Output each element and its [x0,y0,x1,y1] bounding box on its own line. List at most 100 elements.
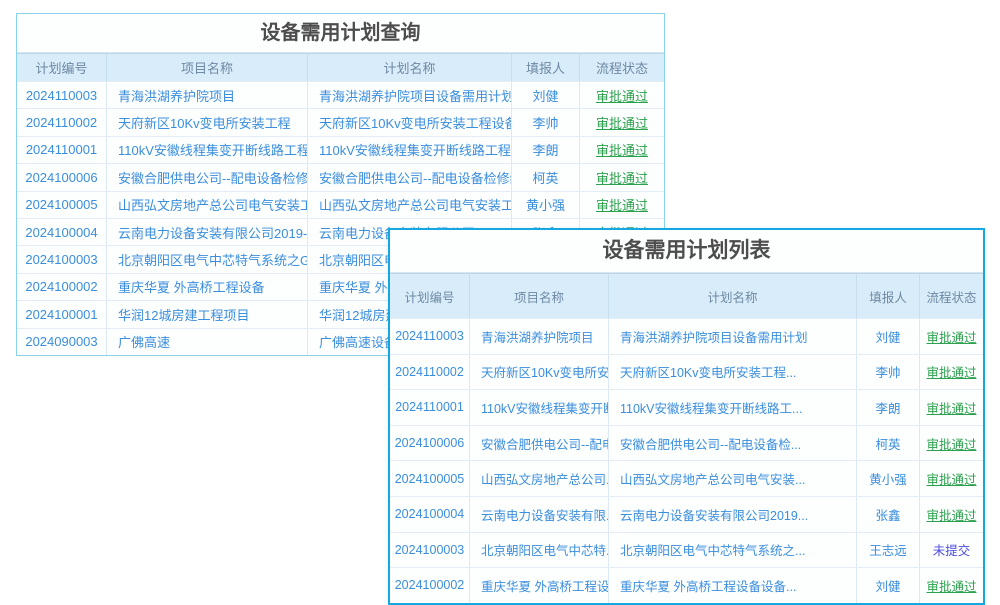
panel-title: 设备需用计划查询 [17,14,664,53]
plan-name-cell: 山西弘文房地产总公司电气安装... [608,461,856,496]
reporter-cell: 李朗 [511,137,579,163]
status-cell[interactable]: 审批通过 [919,461,983,496]
column-header-4: 填报人 [511,54,579,81]
plan-id-cell[interactable]: 2024100002 [17,274,106,300]
column-header-1: 计划编号 [390,274,469,318]
reporter-cell: 刘健 [511,82,579,108]
status-cell[interactable]: 审批通过 [919,390,983,425]
plan-id-cell[interactable]: 2024100006 [390,426,469,461]
plan-id-cell[interactable]: 2024090003 [17,329,106,355]
table-row[interactable]: 2024110003青海洪湖养护院项目青海洪湖养护院项目设备需用计划刘健审批通过 [390,318,983,354]
table-row[interactable]: 2024110002天府新区10Kv变电所安装工程天府新区10Kv变电所安装工程… [17,108,664,135]
table-header: 计划编号项目名称计划名称填报人流程状态 [390,273,983,318]
status-cell[interactable]: 审批通过 [919,426,983,461]
reporter-cell: 李帅 [511,109,579,135]
plan-id-cell[interactable]: 2024110003 [17,82,106,108]
project-name-cell: 华润12城房建工程项目 [106,301,307,327]
column-header-4: 填报人 [856,274,919,318]
status-cell[interactable]: 审批通过 [579,192,664,218]
project-name-cell: 110kV安徽线程集变开断线路工程 [106,137,307,163]
plan-id-cell[interactable]: 2024100002 [390,568,469,603]
reporter-cell: 李朗 [856,390,919,425]
project-name-cell: 110kV安徽线程集变开断... [469,390,608,425]
project-name-cell: 云南电力设备安装有限... [469,497,608,532]
column-header-2: 项目名称 [469,274,608,318]
table-row[interactable]: 2024100005山西弘文房地产总公司...山西弘文房地产总公司电气安装...… [390,460,983,496]
project-name-cell: 青海洪湖养护院项目 [469,319,608,354]
status-cell[interactable]: 审批通过 [579,164,664,190]
plan-id-cell[interactable]: 2024110002 [17,109,106,135]
table-row[interactable]: 2024100004云南电力设备安装有限...云南电力设备安装有限公司2019.… [390,496,983,532]
plan-id-cell[interactable]: 2024110003 [390,319,469,354]
plan-id-cell[interactable]: 2024100004 [17,219,106,245]
reporter-cell: 张鑫 [856,497,919,532]
reporter-cell: 柯英 [511,164,579,190]
project-name-cell: 天府新区10Kv变电所安... [469,355,608,390]
reporter-cell: 黄小强 [856,461,919,496]
plan-id-cell[interactable]: 2024100001 [17,301,106,327]
list-panel: 设备需用计划列表 计划编号项目名称计划名称填报人流程状态 2024110003青… [388,228,985,605]
project-name-cell: 北京朝阳区电气中芯特气系统之GM [106,246,307,272]
project-name-cell: 安徽合肥供电公司--配电... [469,426,608,461]
reporter-cell: 刘健 [856,568,919,603]
plan-id-cell[interactable]: 2024100004 [390,497,469,532]
plan-id-cell[interactable]: 2024100005 [390,461,469,496]
table-row[interactable]: 2024110002天府新区10Kv变电所安...天府新区10Kv变电所安装工程… [390,354,983,390]
status-cell[interactable]: 审批通过 [919,355,983,390]
plan-name-cell: 安徽合肥供电公司--配电设备检... [608,426,856,461]
plan-id-cell[interactable]: 2024110001 [390,390,469,425]
column-header-2: 项目名称 [106,54,307,81]
column-header-5: 流程状态 [579,54,664,81]
plan-name-cell: 110kV安徽线程集变开断线路工... [608,390,856,425]
panel-title: 设备需用计划列表 [390,230,983,273]
project-name-cell: 广佛高速 [106,329,307,355]
project-name-cell: 青海洪湖养护院项目 [106,82,307,108]
table-row[interactable]: 2024110001110kV安徽线程集变开断线路工程110kV安徽线程集变开断… [17,136,664,163]
table-row[interactable]: 2024100005山西弘文房地产总公司电气安装工程山西弘文房地产总公司电气安装… [17,191,664,218]
plan-name-cell: 山西弘文房地产总公司电气安装工程设备需用计划 [307,192,511,218]
project-name-cell: 山西弘文房地产总公司... [469,461,608,496]
table-row[interactable]: 2024110003青海洪湖养护院项目青海洪湖养护院项目设备需用计划刘健审批通过 [17,81,664,108]
table-row[interactable]: 2024100006安徽合肥供电公司--配电设备检修维护安徽合肥供电公司--配电… [17,163,664,190]
plan-name-cell: 北京朝阳区电气中芯特气系统之... [608,533,856,568]
project-name-cell: 重庆华夏 外高桥工程设备 [106,274,307,300]
table-body: 2024110003青海洪湖养护院项目青海洪湖养护院项目设备需用计划刘健审批通过… [390,318,983,603]
status-cell[interactable]: 审批通过 [579,109,664,135]
reporter-cell: 刘健 [856,319,919,354]
plan-id-cell[interactable]: 2024100006 [17,164,106,190]
status-cell[interactable]: 审批通过 [919,319,983,354]
table-row[interactable]: 2024100002重庆华夏 外高桥工程设备重庆华夏 外高桥工程设备设备...刘… [390,567,983,603]
status-cell[interactable]: 审批通过 [919,568,983,603]
plan-name-cell: 云南电力设备安装有限公司2019... [608,497,856,532]
column-header-5: 流程状态 [919,274,983,318]
project-name-cell: 山西弘文房地产总公司电气安装工程 [106,192,307,218]
plan-name-cell: 110kV安徽线程集变开断线路工程设备需用计划 [307,137,511,163]
plan-name-cell: 天府新区10Kv变电所安装工程... [608,355,856,390]
project-name-cell: 北京朝阳区电气中芯特... [469,533,608,568]
plan-name-cell: 重庆华夏 外高桥工程设备设备... [608,568,856,603]
reporter-cell: 李帅 [856,355,919,390]
project-name-cell: 重庆华夏 外高桥工程设备 [469,568,608,603]
project-name-cell: 安徽合肥供电公司--配电设备检修维护 [106,164,307,190]
status-cell[interactable]: 未提交 [919,533,983,568]
table-row[interactable]: 2024110001110kV安徽线程集变开断...110kV安徽线程集变开断线… [390,389,983,425]
status-cell[interactable]: 审批通过 [579,82,664,108]
plan-id-cell[interactable]: 2024110001 [17,137,106,163]
column-header-3: 计划名称 [608,274,856,318]
plan-name-cell: 安徽合肥供电公司--配电设备检修维护设备需用计划 [307,164,511,190]
plan-id-cell[interactable]: 2024100003 [17,246,106,272]
plan-name-cell: 青海洪湖养护院项目设备需用计划 [307,82,511,108]
table-row[interactable]: 2024100006安徽合肥供电公司--配电...安徽合肥供电公司--配电设备检… [390,425,983,461]
plan-name-cell: 青海洪湖养护院项目设备需用计划 [608,319,856,354]
status-cell[interactable]: 审批通过 [579,137,664,163]
plan-id-cell[interactable]: 2024110002 [390,355,469,390]
plan-id-cell[interactable]: 2024100005 [17,192,106,218]
reporter-cell: 柯英 [856,426,919,461]
reporter-cell: 王志远 [856,533,919,568]
project-name-cell: 云南电力设备安装有限公司2019--2020 [106,219,307,245]
plan-name-cell: 天府新区10Kv变电所安装工程设备需用计划 [307,109,511,135]
table-row[interactable]: 2024100003北京朝阳区电气中芯特...北京朝阳区电气中芯特气系统之...… [390,532,983,568]
plan-id-cell[interactable]: 2024100003 [390,533,469,568]
status-cell[interactable]: 审批通过 [919,497,983,532]
column-header-1: 计划编号 [17,54,106,81]
